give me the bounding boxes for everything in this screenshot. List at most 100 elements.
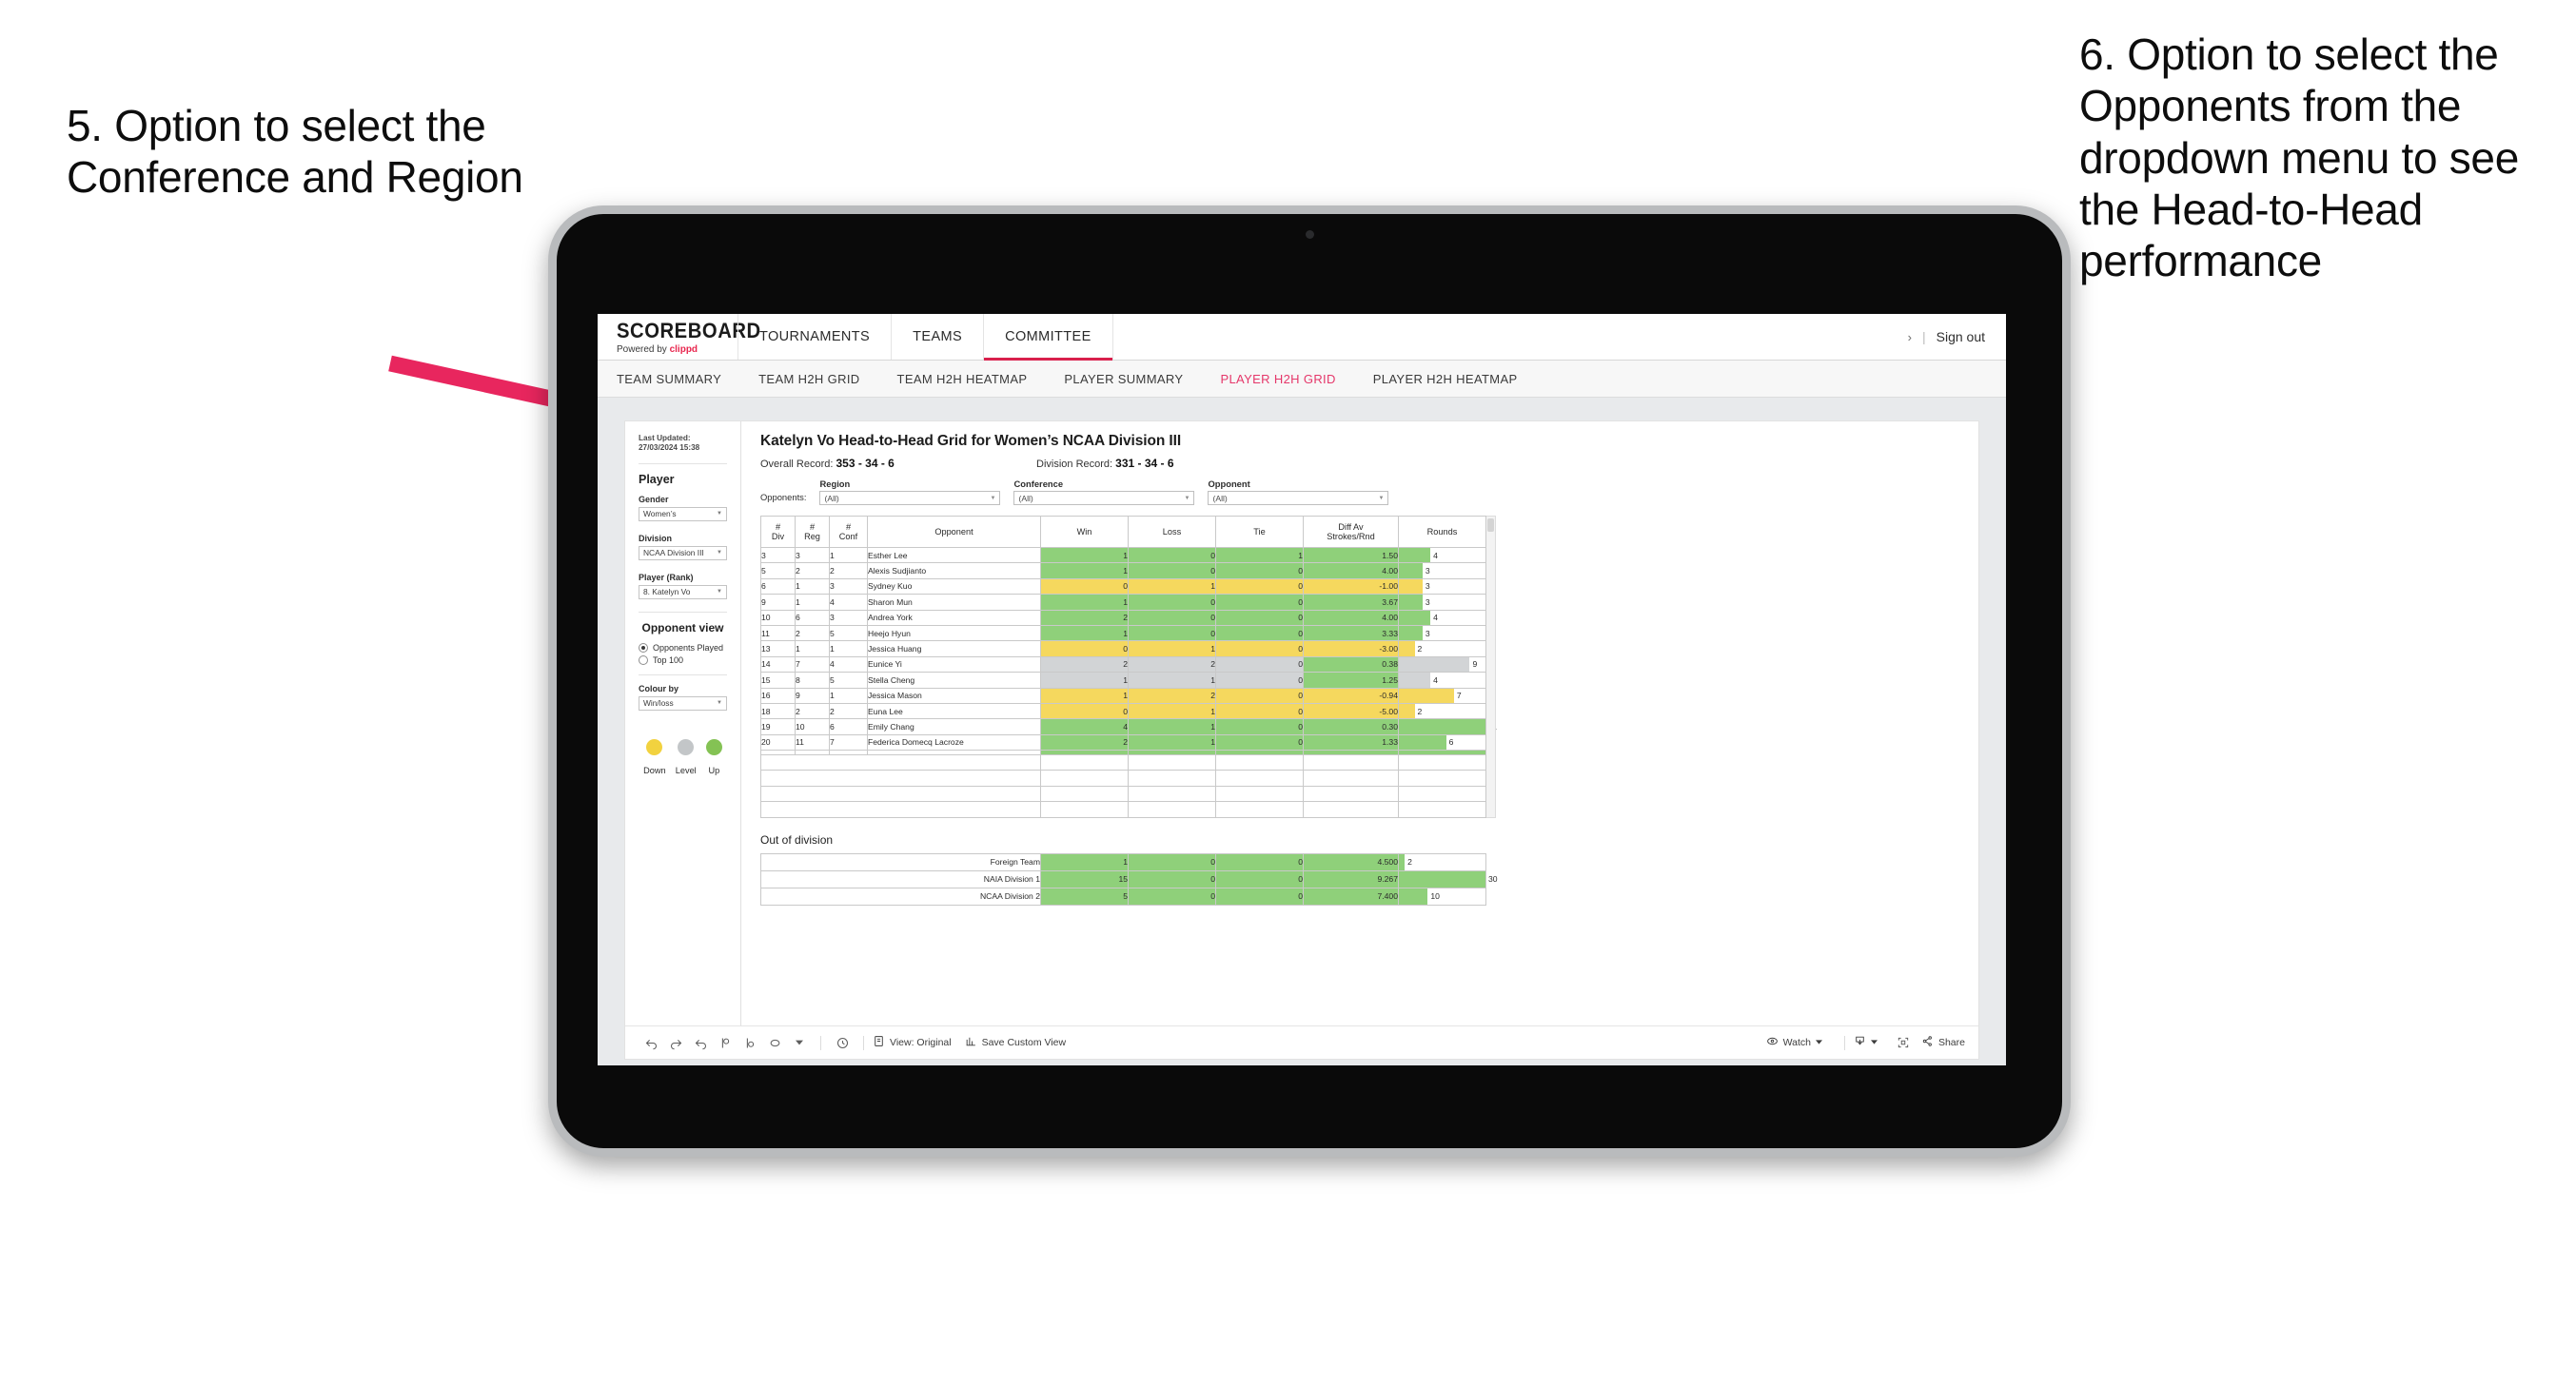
table-cell[interactable]: 1 — [1040, 546, 1129, 564]
table-cell[interactable]: -5.00 — [1303, 702, 1399, 720]
subtab-team-h2h-heatmap[interactable]: TEAM H2H HEATMAP — [897, 372, 1048, 386]
table-cell[interactable]: 10 — [760, 609, 796, 626]
player-rank-select[interactable]: 8. Katelyn Vo ▼ — [639, 584, 727, 599]
table-cell[interactable]: 19 — [760, 718, 796, 735]
col-header-0[interactable]: # Div — [760, 516, 796, 548]
table-cell[interactable]: Emily Chang — [867, 718, 1041, 735]
table-cell[interactable]: 5 — [829, 672, 868, 689]
table-cell[interactable]: 4.500 — [1303, 852, 1399, 871]
rounds-bar-cell[interactable]: 10 — [1398, 887, 1486, 906]
clock-icon[interactable] — [830, 1030, 855, 1055]
col-header-3[interactable]: Opponent — [867, 516, 1041, 548]
table-cell[interactable]: 7 — [795, 655, 830, 673]
view-original-button[interactable]: View: Original — [873, 1035, 952, 1050]
table-cell[interactable]: 10 — [795, 718, 830, 735]
table-cell[interactable]: 9.267 — [1303, 869, 1399, 888]
chevron-right-icon[interactable]: › — [1908, 330, 1912, 344]
table-cell[interactable]: 9 — [760, 594, 796, 611]
rounds-bar-cell[interactable]: 4 — [1398, 672, 1486, 689]
table-cell[interactable]: 11 — [795, 733, 830, 752]
table-cell[interactable]: 0 — [1128, 887, 1216, 906]
out-of-division-row[interactable]: NCAA Division 2 5 0 0 7.400 10 — [760, 887, 1486, 906]
table-cell[interactable]: 0.30 — [1303, 718, 1399, 735]
chevron-down-icon[interactable]: ▼ — [991, 496, 996, 501]
chevron-down-icon[interactable]: ▼ — [717, 589, 722, 595]
rounds-bar-cell[interactable]: 4 — [1398, 546, 1486, 564]
table-cell[interactable]: 0 — [1128, 546, 1216, 564]
table-cell[interactable]: 0.38 — [1303, 655, 1399, 673]
table-cell[interactable]: 0 — [1128, 562, 1216, 579]
table-cell[interactable]: 2 — [1040, 655, 1129, 673]
scrollbar-thumb[interactable] — [1487, 518, 1494, 532]
table-cell[interactable]: 4 — [829, 655, 868, 673]
table-cell[interactable]: 2 — [829, 702, 868, 720]
table-cell[interactable]: 0 — [1215, 672, 1304, 689]
rounds-bar-cell[interactable]: 30 — [1398, 869, 1498, 888]
table-cell[interactable]: 0 — [1215, 562, 1304, 579]
table-cell[interactable]: 1 — [1040, 562, 1129, 579]
table-cell[interactable]: 1 — [1215, 546, 1304, 564]
table-cell[interactable]: 9 — [795, 687, 830, 704]
table-cell[interactable]: 1 — [1128, 577, 1216, 595]
radio-icon[interactable] — [639, 642, 648, 653]
subtab-team-h2h-grid[interactable]: TEAM H2H GRID — [758, 372, 879, 386]
table-cell[interactable]: 7.400 — [1303, 887, 1399, 906]
table-cell[interactable]: 1.33 — [1303, 733, 1399, 752]
table-cell[interactable]: 1 — [1128, 640, 1216, 657]
table-cell[interactable]: 20 — [760, 733, 796, 752]
nav-tab-tournaments[interactable]: TOURNAMENTS — [737, 314, 893, 360]
table-cell[interactable]: 4 — [829, 594, 868, 611]
table-cell[interactable]: 1 — [829, 546, 868, 564]
table-cell[interactable]: Euna Lee — [867, 702, 1041, 720]
table-row[interactable]: 14 7 4 Eunice Yi 2 2 0 0.38 9 — [760, 655, 1486, 673]
rounds-bar-cell[interactable]: 2 — [1398, 852, 1486, 871]
radio-opponents-played[interactable]: Opponents Played — [639, 642, 727, 653]
table-cell[interactable]: 0 — [1215, 733, 1304, 752]
rounds-bar-cell[interactable]: 2 — [1398, 640, 1486, 657]
table-cell[interactable]: Heejo Hyun — [867, 624, 1041, 642]
table-cell[interactable]: 15 — [1040, 869, 1129, 888]
table-cell[interactable]: 18 — [760, 702, 796, 720]
table-cell[interactable]: 3.33 — [1303, 624, 1399, 642]
table-cell[interactable]: 2 — [829, 562, 868, 579]
table-row[interactable]: 18 2 2 Euna Lee 0 1 0 -5.00 2 — [760, 702, 1486, 720]
table-cell[interactable]: 0 — [1040, 702, 1129, 720]
chevron-down-icon[interactable]: ▼ — [717, 511, 722, 517]
table-cell[interactable]: 1.50 — [1303, 546, 1399, 564]
table-cell[interactable]: 11 — [760, 624, 796, 642]
table-cell[interactable]: NCAA Division 2 — [760, 887, 1041, 906]
table-cell[interactable]: 2 — [795, 624, 830, 642]
table-cell[interactable]: 5 — [760, 562, 796, 579]
col-header-5[interactable]: Loss — [1128, 516, 1216, 548]
table-cell[interactable]: Jessica Mason — [867, 687, 1041, 704]
table-cell[interactable]: 1 — [1040, 852, 1129, 871]
table-cell[interactable]: 1 — [1040, 687, 1129, 704]
chevron-down-icon[interactable]: ▼ — [1185, 496, 1190, 501]
col-header-2[interactable]: # Conf — [829, 516, 868, 548]
table-cell[interactable]: 0 — [1215, 702, 1304, 720]
radio-icon[interactable] — [639, 654, 648, 665]
table-cell[interactable]: 3 — [829, 609, 868, 626]
table-cell[interactable]: 2 — [1128, 655, 1216, 673]
col-header-1[interactable]: # Reg — [795, 516, 830, 548]
col-header-7[interactable]: Diff Av Strokes/Rnd — [1303, 516, 1399, 548]
table-cell[interactable]: 5 — [1040, 887, 1129, 906]
table-cell[interactable]: 2 — [795, 562, 830, 579]
table-row[interactable]: 6 1 3 Sydney Kuo 0 1 0 -1.00 3 — [760, 577, 1486, 595]
nav-tab-teams[interactable]: TEAMS — [891, 314, 985, 360]
table-cell[interactable]: Sharon Mun — [867, 594, 1041, 611]
division-select[interactable]: NCAA Division III ▼ — [639, 545, 727, 560]
rounds-bar-cell[interactable]: 4 — [1398, 609, 1486, 626]
table-cell[interactable]: 1 — [795, 594, 830, 611]
table-cell[interactable]: 16 — [760, 687, 796, 704]
table-row[interactable]: 19106Emily Chang4100.3011 — [760, 718, 1497, 735]
table-cell[interactable]: -0.94 — [1303, 687, 1399, 704]
table-cell[interactable]: 0 — [1215, 640, 1304, 657]
table-cell[interactable]: 4.00 — [1303, 562, 1399, 579]
rounds-bar-cell[interactable]: 3 — [1398, 562, 1486, 579]
redo-icon[interactable] — [663, 1030, 688, 1055]
table-cell[interactable]: 0 — [1215, 687, 1304, 704]
table-cell[interactable]: 1 — [1040, 672, 1129, 689]
table-row[interactable]: 16 9 1 Jessica Mason 1 2 0 -0.94 7 — [760, 687, 1486, 704]
signout-area[interactable]: › | Sign out — [1908, 314, 2006, 360]
